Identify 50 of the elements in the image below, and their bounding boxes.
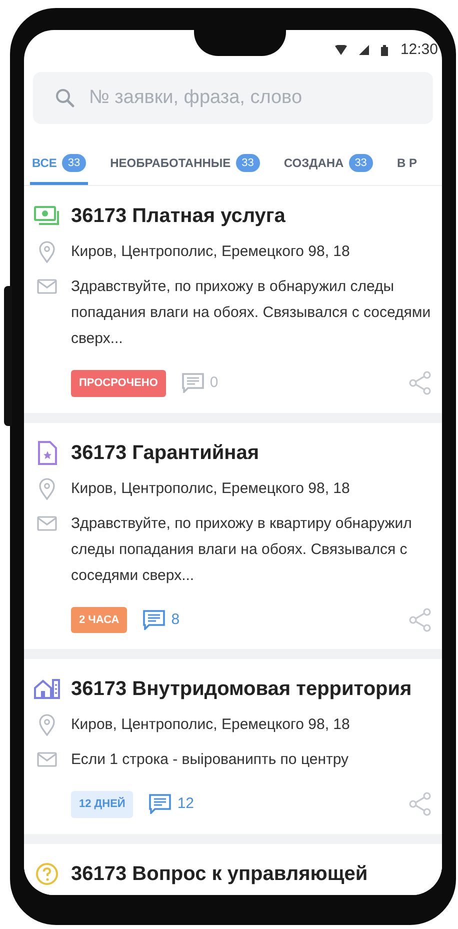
message-text: Здравствуйте, по прихожу в обнаружил следы попадания влаги на обоях. Связывался с соседями сверх... — [71, 277, 432, 349]
request-card[interactable]: 36173 Платная услуга Киров, Центрополис, Еремецкого 98, 18 Здравствуйте, по прихожу в обнаружил следы попадания влаги на обоях. Связывался с соседями сверх... ПРОСРОЧЕНО 0 — [24, 186, 442, 412]
location-pin-icon — [38, 714, 56, 736]
request-title: 36173 Вопрос к управляющей — [71, 862, 368, 886]
share-icon[interactable] — [408, 608, 432, 632]
money-icon — [34, 205, 60, 227]
wifi-icon — [335, 45, 348, 55]
address-text: Киров, Центрополис, Еремецкого 98, 18 — [71, 242, 350, 262]
tab-label: НЕОБРАБОТАННЫЕ — [110, 154, 231, 172]
status-time: 12:30 — [400, 40, 438, 60]
request-title: 36173 Гарантийная — [71, 440, 260, 466]
status-badge: 2 ЧАСА — [71, 606, 128, 633]
battery-icon — [381, 44, 388, 56]
tab[interactable]: НЕОБРАБОТАННЫЕ 33 — [108, 154, 262, 185]
comment-count: 8 — [171, 610, 180, 630]
question-icon — [35, 862, 59, 886]
tab-label: ВСЕ — [32, 154, 57, 172]
document-star-icon — [36, 440, 58, 464]
status-badge: 12 ДНЕЙ — [71, 791, 134, 818]
message-text: Если 1 строка - выірованипть по центру — [71, 750, 350, 770]
envelope-icon — [37, 279, 57, 294]
message-text: Здравствуйте, по прихожу в квартиру обнаружил следы попадания влаги на обоях. Связывался с соседями сверх... — [71, 514, 413, 586]
comment-count: 0 — [210, 373, 218, 393]
tab-label: В Р — [396, 155, 417, 172]
count-badge: 33 — [348, 154, 373, 172]
tab[interactable]: В Р — [394, 154, 419, 185]
address-text: Киров, Центрополис, Еремецкого 98, 18 — [71, 478, 350, 498]
request-card[interactable]: 36173 Внутридомовая территория Киров, Центрополис, Еремецкого 98, 18 Если 1 строка - выірованипть по центру 12 ДНЕЙ 12 — [24, 659, 442, 834]
search-icon — [55, 88, 75, 108]
envelope-icon — [37, 752, 57, 767]
address-text: Киров, Центрополис, Еремецкого 98, 18 — [71, 715, 350, 735]
request-card[interactable]: 36173 Гарантийная Киров, Центрополис, Еремецкого 98, 18 Здравствуйте, по прихожу в квартиру обнаружил следы попадания влаги на обоях. Связывался с соседями сверх... 2 ЧАСА 8 — [24, 422, 442, 649]
search-field[interactable]: № заявки, фраза, слово — [33, 72, 433, 124]
count-badge: 33 — [236, 154, 260, 172]
location-pin-icon — [38, 478, 56, 500]
request-card[interactable]: 36173 Вопрос к управляющей — [24, 844, 442, 895]
tab-label: СОЗДАНА — [284, 154, 344, 172]
search-input: № заявки, фраза, слово — [89, 84, 411, 112]
request-title: 36173 Платная услуга — [71, 204, 286, 229]
share-icon[interactable] — [408, 792, 432, 816]
status-badge: ПРОСРОЧЕНО — [71, 370, 166, 396]
signal-icon — [359, 45, 370, 55]
request-title: 36173 Внутридомовая территория — [71, 677, 412, 702]
house-building-icon — [33, 678, 61, 700]
count-badge: 33 — [62, 154, 86, 172]
location-pin-icon — [38, 241, 56, 263]
share-icon[interactable] — [408, 371, 432, 396]
tab[interactable]: СОЗДАНА 33 — [282, 154, 375, 185]
envelope-icon — [37, 516, 57, 530]
comment-count: 12 — [177, 794, 194, 814]
